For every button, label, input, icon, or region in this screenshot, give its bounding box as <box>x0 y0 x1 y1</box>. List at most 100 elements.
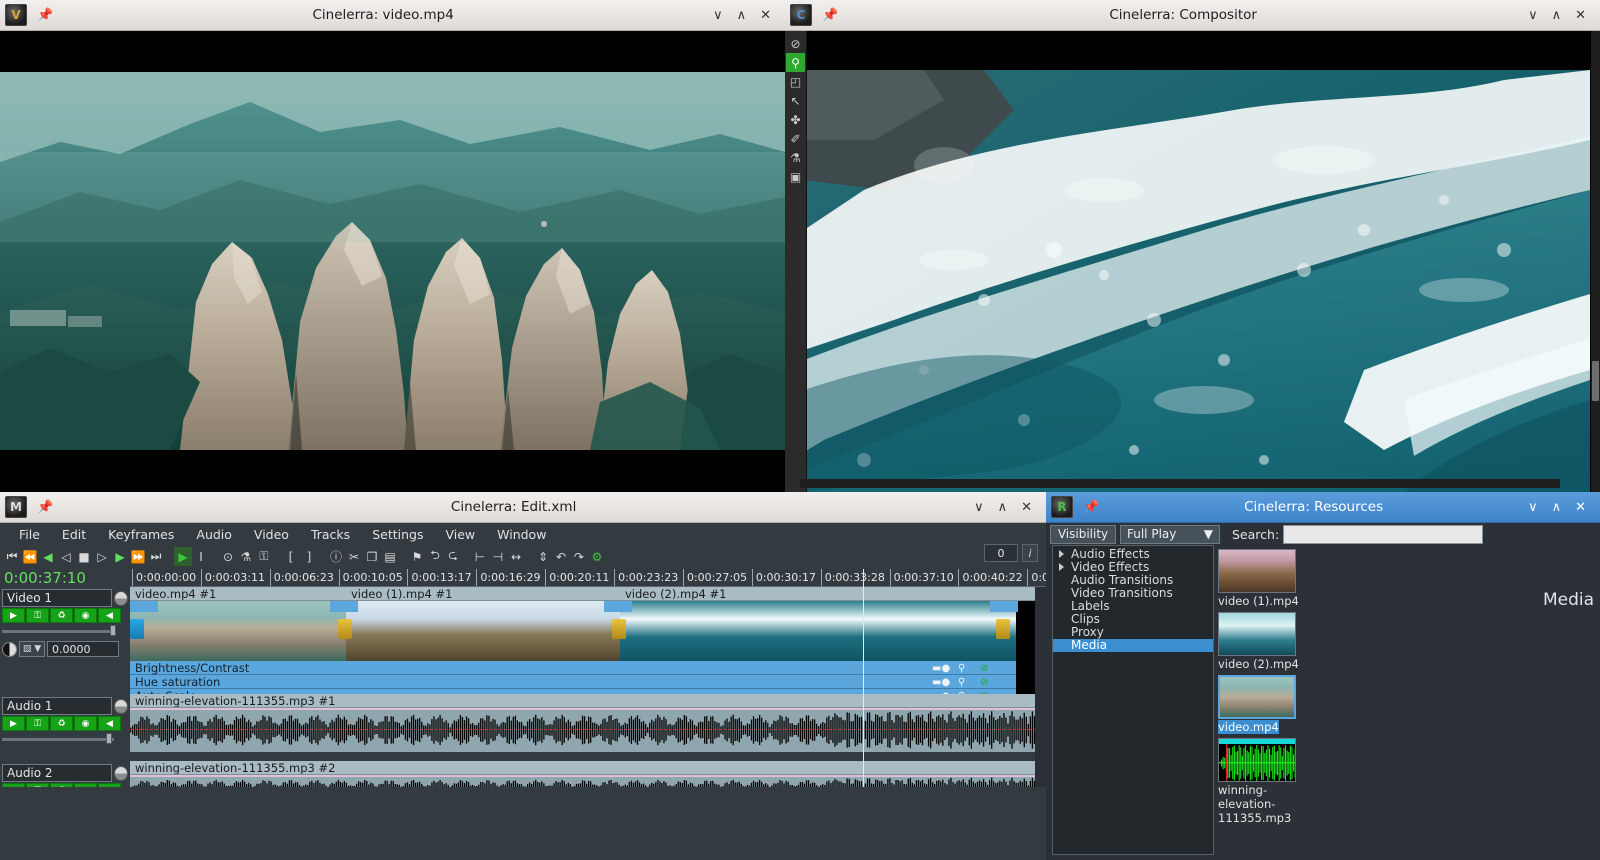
audio-waveform[interactable] <box>130 775 1046 787</box>
clip-edge-handle[interactable] <box>604 601 632 612</box>
pin-icon[interactable]: 📌 <box>37 8 53 23</box>
chevron-right-icon[interactable] <box>1059 563 1064 571</box>
media-name[interactable]: video.mp4 <box>1218 720 1279 734</box>
compositor-maximize-button[interactable]: ∧ <box>1552 8 1562 23</box>
keyframe-marker[interactable] <box>130 619 144 639</box>
cut-icon[interactable]: ✂ <box>345 547 363 566</box>
fast-forward-icon[interactable]: ⏩ <box>129 547 147 566</box>
menu-view[interactable]: View <box>434 525 486 544</box>
fade-value[interactable]: 0.0000 <box>47 641 119 657</box>
fade-dropdown[interactable]: ▧ ▼ <box>19 641 45 657</box>
fade-mode-icon[interactable] <box>2 641 17 657</box>
effect-magnify-icon[interactable]: ⚲ <box>958 676 965 690</box>
play-icon[interactable]: ▶ <box>111 547 129 566</box>
play-toggle-button[interactable]: ▶ <box>2 608 25 623</box>
playback-mode-dropdown[interactable]: Full Play ▼ <box>1120 524 1220 544</box>
media-item[interactable]: video (2).mp4 <box>1218 612 1316 671</box>
menu-keyframes[interactable]: Keyframes <box>97 525 185 544</box>
media-name[interactable]: winning-elevation-111355.mp3 <box>1218 783 1316 825</box>
draw-toggle-button[interactable]: ♻ <box>50 608 73 623</box>
resource-tree-item[interactable]: Media <box>1053 639 1213 652</box>
paste-icon[interactable]: ▤ <box>381 547 399 566</box>
magnify-icon[interactable]: ⚲ <box>786 53 805 72</box>
begin-icon[interactable]: ⏮ <box>3 547 21 566</box>
eye-toggle-button[interactable]: ◉ <box>74 716 97 731</box>
eyedropper-icon[interactable]: ⚗ <box>786 148 805 167</box>
video-clip-thumbnails[interactable] <box>130 601 1046 661</box>
i-beam-tool-icon[interactable]: I <box>192 547 210 566</box>
copy-icon[interactable]: ❐ <box>363 547 381 566</box>
undo-icon[interactable]: ↶ <box>552 547 570 566</box>
play-toggle-button[interactable]: ▶ <box>2 716 25 731</box>
track-expand-icon[interactable] <box>114 698 128 714</box>
eye-toggle-button[interactable]: ◉ <box>74 783 97 787</box>
media-item[interactable]: video (1).mp4 <box>1218 549 1316 608</box>
clip-label[interactable]: winning-elevation-111355.mp3 #2 <box>130 761 1046 775</box>
audio2-track-body[interactable]: winning-elevation-111355.mp3 #2 <box>130 761 1046 787</box>
render-icon[interactable]: ⚙ <box>588 547 606 566</box>
viewer-maximize-button[interactable]: ∧ <box>737 8 747 23</box>
media-thumbnail[interactable] <box>1218 612 1296 656</box>
track-expand-icon[interactable] <box>114 765 128 781</box>
track-pan-slider[interactable] <box>2 733 124 744</box>
visibility-button[interactable]: Visibility <box>1050 524 1116 544</box>
audio-waveform[interactable] <box>130 708 1046 752</box>
frame-forward-icon[interactable]: ▷ <box>93 547 111 566</box>
edit-pin-icon[interactable]: 📌 <box>37 500 53 515</box>
end-icon[interactable]: ⏭ <box>147 547 165 566</box>
next-label-icon[interactable]: ⮎ <box>444 547 462 566</box>
clip-label[interactable]: video.mp4 #1 <box>130 587 346 601</box>
media-name[interactable]: video (2).mp4 <box>1218 657 1299 671</box>
compositor-canvas[interactable] <box>807 31 1600 492</box>
clip-label[interactable]: video (1).mp4 #1 <box>346 587 620 601</box>
resources-maximize-button[interactable]: ∧ <box>1552 500 1562 515</box>
compositor-pin-icon[interactable]: 📌 <box>822 8 838 23</box>
fit-icon[interactable]: ↔ <box>507 547 525 566</box>
effect-row[interactable]: Hue saturation ▬● ⚲ ⊘ <box>130 675 1046 689</box>
resources-titlebar[interactable]: R 📌 Cinelerra: Resources ∨ ∧ ✕ <box>1046 492 1600 523</box>
menu-tracks[interactable]: Tracks <box>300 525 361 544</box>
audio1-track-body[interactable]: winning-elevation-111355.mp3 #1 <box>130 694 1046 752</box>
draw-toggle-button[interactable]: ♻ <box>50 783 73 787</box>
frame-reverse-icon[interactable]: ◁ <box>57 547 75 566</box>
lock-toggle-button[interactable]: ⚿ <box>26 716 49 731</box>
track-name[interactable]: Video 1 <box>2 589 113 607</box>
viewer-minimize-button[interactable]: ∨ <box>713 8 723 23</box>
media-thumbnail[interactable] <box>1218 738 1296 782</box>
menu-video[interactable]: Video <box>243 525 300 544</box>
media-item[interactable]: winning-elevation-111355.mp3 <box>1218 738 1316 825</box>
out-edit-icon[interactable]: ⊣ <box>489 547 507 566</box>
compositor-scroll-thumb[interactable] <box>1592 361 1599 401</box>
media-thumbnail[interactable] <box>1218 675 1296 719</box>
redo-icon[interactable]: ↷ <box>570 547 588 566</box>
keyframe-marker[interactable] <box>996 619 1010 639</box>
menu-edit[interactable]: Edit <box>51 525 97 544</box>
viewer-canvas[interactable] <box>0 31 785 492</box>
clip-label[interactable]: winning-elevation-111355.mp3 #1 <box>130 694 1046 708</box>
compositor-titlebar[interactable]: C 📌 Cinelerra: Compositor ∨ ∧ ✕ <box>785 0 1600 31</box>
camera-move-icon[interactable]: ✤ <box>786 110 805 129</box>
track-name[interactable]: Audio 1 <box>2 697 113 715</box>
edit-minimize-button[interactable]: ∨ <box>974 500 984 515</box>
resources-close-button[interactable]: ✕ <box>1575 500 1586 515</box>
mask-icon[interactable]: ◰ <box>786 72 805 91</box>
effect-enable-icon[interactable]: ⊘ <box>980 676 988 690</box>
keyframe-marker[interactable] <box>612 619 626 639</box>
keyframe-icon[interactable]: ⊙ <box>219 547 237 566</box>
play-toggle-button[interactable]: ▶ <box>2 783 25 787</box>
arrow-icon[interactable]: ↖ <box>786 91 805 110</box>
viewer-close-button[interactable]: ✕ <box>760 8 771 23</box>
track-name[interactable]: Audio 2 <box>2 764 113 782</box>
menu-audio[interactable]: Audio <box>185 525 243 544</box>
mute-toggle-button[interactable]: ◀ <box>98 716 121 731</box>
draw-toggle-button[interactable]: ♻ <box>50 716 73 731</box>
clip-edge-handle[interactable] <box>130 601 158 612</box>
edit-titlebar[interactable]: M 📌 Cinelerra: Edit.xml ∨ ∧ ✕ <box>0 492 1046 523</box>
clip-label[interactable]: video (2).mp4 #1 <box>620 587 1046 601</box>
eye-toggle-button[interactable]: ◉ <box>74 608 97 623</box>
label-icon[interactable]: ⚑ <box>408 547 426 566</box>
track-pan-slider[interactable] <box>2 625 124 636</box>
lock-icon[interactable]: ⚿ <box>255 547 273 566</box>
rewind-fast-icon[interactable]: ⏪ <box>21 547 39 566</box>
search-input[interactable] <box>1283 524 1484 544</box>
